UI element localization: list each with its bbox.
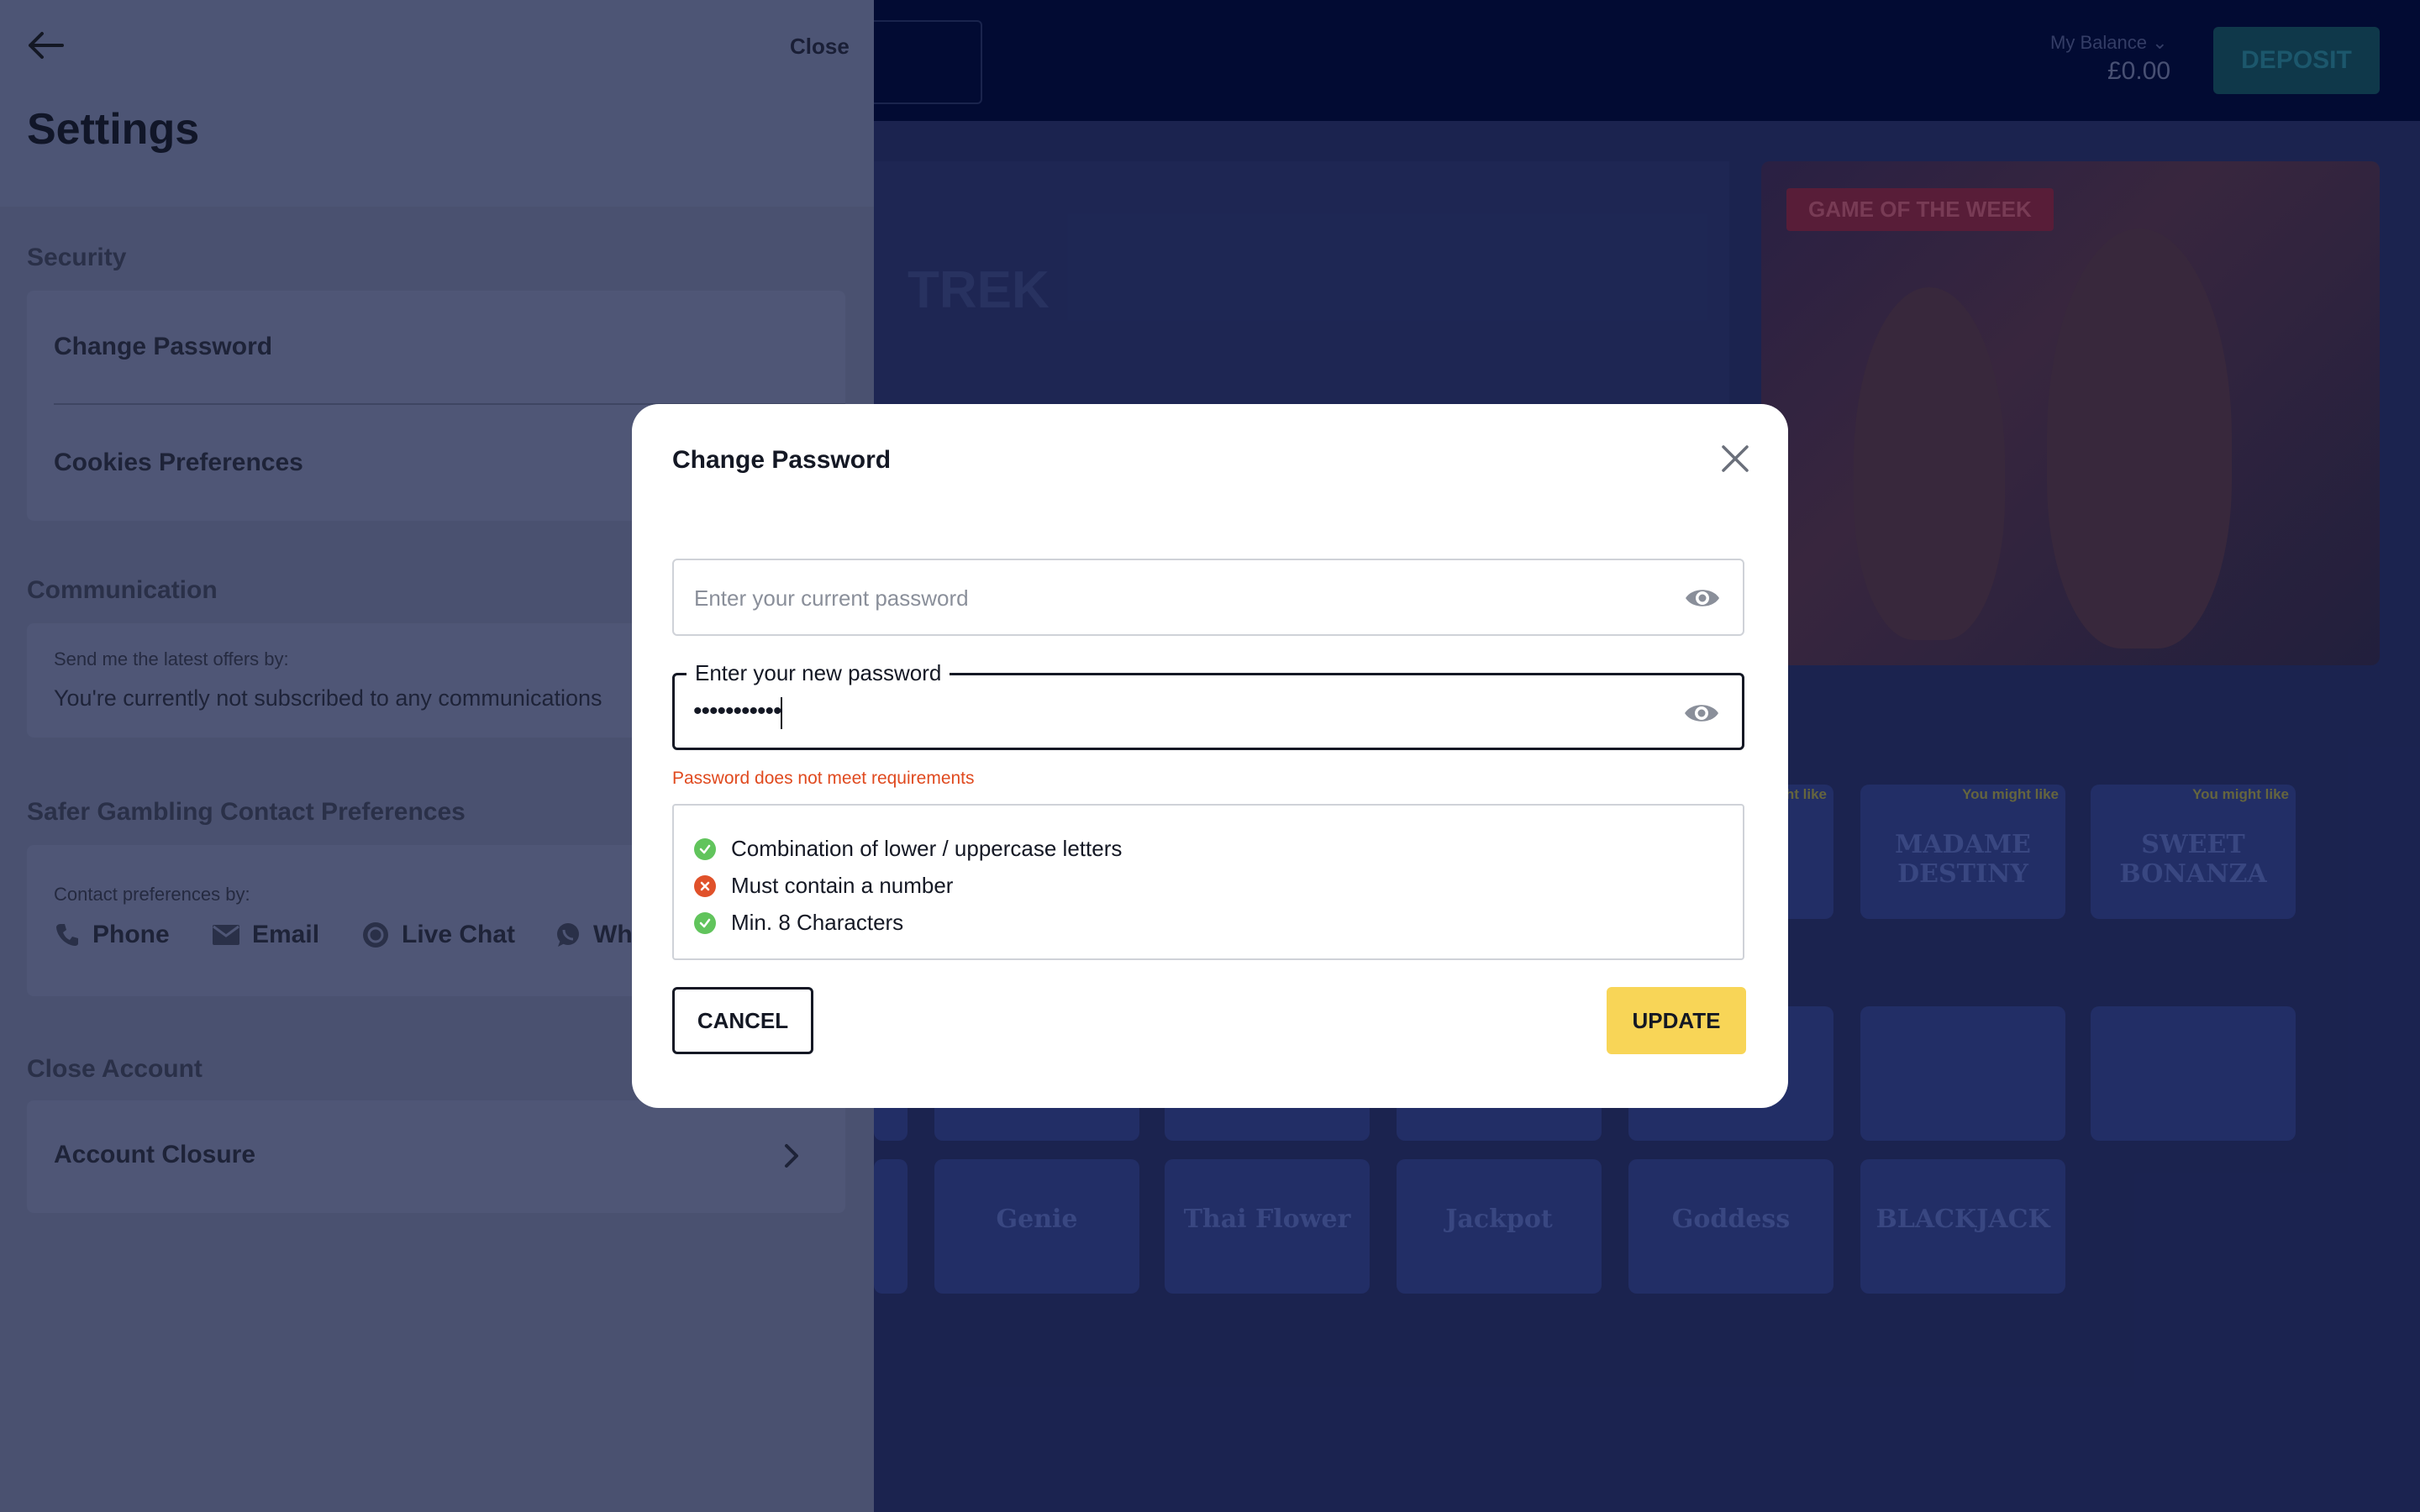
communication-label: Send me the latest offers by: bbox=[54, 648, 289, 669]
phone-option[interactable]: Phone bbox=[54, 921, 170, 949]
communication-heading: Communication bbox=[27, 576, 218, 604]
contact-preferences-label: Contact preferences by: bbox=[54, 884, 250, 905]
close-icon[interactable] bbox=[1721, 444, 1749, 473]
close-account-card[interactable]: Account Closure bbox=[27, 1100, 845, 1213]
change-password-item[interactable]: Change Password bbox=[54, 333, 272, 361]
phone-icon bbox=[56, 924, 78, 946]
change-password-dialog: Change Password Enter your current passw… bbox=[632, 404, 1788, 1108]
password-requirements: Combination of lower / uppercase letters… bbox=[672, 804, 1744, 960]
cookies-preferences-item[interactable]: Cookies Preferences bbox=[54, 449, 303, 477]
whatsapp-icon bbox=[557, 923, 579, 947]
email-option[interactable]: Email bbox=[212, 921, 319, 949]
safer-gambling-heading: Safer Gambling Contact Preferences bbox=[27, 798, 466, 826]
chat-icon bbox=[363, 922, 388, 948]
email-label: Email bbox=[252, 921, 320, 948]
live-chat-option[interactable]: Live Chat bbox=[361, 921, 515, 949]
text-cursor bbox=[781, 697, 782, 729]
account-closure-item: Account Closure bbox=[54, 1141, 256, 1168]
cancel-button[interactable]: CANCEL bbox=[672, 987, 813, 1054]
dialog-title: Change Password bbox=[672, 446, 892, 474]
check-icon bbox=[694, 837, 716, 860]
current-password-field[interactable]: Enter your current password bbox=[672, 559, 1744, 636]
new-password-value: ••••••••••• bbox=[693, 697, 782, 725]
update-button[interactable]: UPDATE bbox=[1607, 987, 1746, 1054]
requirement-text: Min. 8 Characters bbox=[731, 910, 904, 935]
error-icon bbox=[694, 874, 716, 897]
requirement-item: Min. 8 Characters bbox=[694, 910, 903, 936]
phone-label: Phone bbox=[92, 921, 170, 948]
eye-icon[interactable] bbox=[1683, 701, 1720, 726]
new-password-label: Enter your new password bbox=[687, 660, 950, 686]
requirement-text: Must contain a number bbox=[731, 873, 954, 898]
page-title: Settings bbox=[27, 105, 200, 154]
new-password-field[interactable]: Enter your new password ••••••••••• bbox=[672, 660, 1744, 750]
requirement-item: Combination of lower / uppercase letters bbox=[694, 836, 1122, 862]
whatsapp-label: Wh bbox=[593, 921, 633, 948]
whatsapp-option[interactable]: Wh bbox=[555, 921, 633, 949]
password-error: Password does not meet requirements bbox=[672, 769, 975, 788]
email-icon bbox=[213, 925, 239, 945]
close-account-heading: Close Account bbox=[27, 1055, 203, 1083]
live-chat-label: Live Chat bbox=[402, 921, 516, 948]
close-link[interactable]: Close bbox=[790, 34, 850, 60]
eye-icon[interactable] bbox=[1684, 585, 1721, 611]
requirement-text: Combination of lower / uppercase letters bbox=[731, 836, 1123, 861]
check-icon bbox=[694, 911, 716, 934]
current-password-placeholder: Enter your current password bbox=[694, 585, 969, 611]
back-arrow-icon[interactable] bbox=[25, 29, 66, 62]
requirement-item: Must contain a number bbox=[694, 873, 953, 899]
chevron-right-icon bbox=[785, 1144, 798, 1168]
communication-status: You're currently not subscribed to any c… bbox=[54, 685, 602, 711]
security-heading: Security bbox=[27, 244, 127, 271]
